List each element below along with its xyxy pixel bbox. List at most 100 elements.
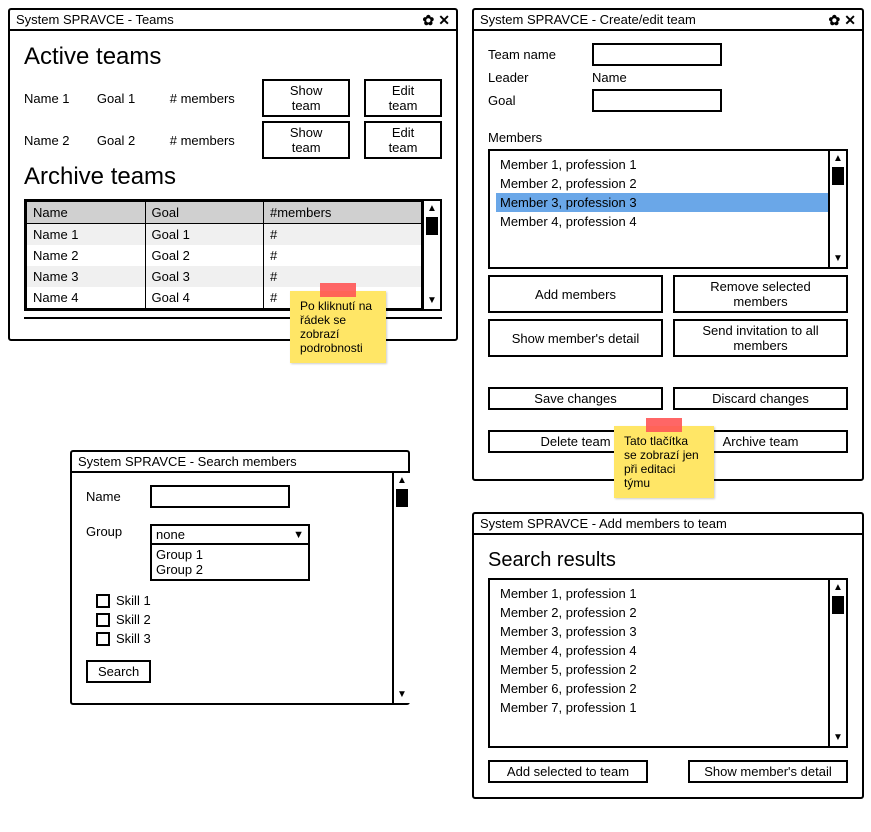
leader-value: Name: [592, 70, 627, 85]
scroll-up-icon[interactable]: ▲: [833, 151, 843, 167]
team-goal: Goal 1: [97, 91, 156, 106]
team-members: # members: [170, 91, 249, 106]
edit-team-button[interactable]: Edit team: [364, 79, 442, 117]
teams-window: System SPRAVCE - Teams ✿ ✕ Active teams …: [8, 8, 458, 341]
edit-team-button[interactable]: Edit team: [364, 121, 442, 159]
chevron-down-icon: ▼: [293, 529, 304, 541]
col-name[interactable]: Name: [27, 202, 146, 224]
scrollbar[interactable]: ▲ ▼: [392, 473, 410, 703]
list-item[interactable]: Member 3, profession 3: [496, 622, 840, 641]
group-options: Group 1 Group 2: [150, 545, 310, 581]
list-item[interactable]: Member 4, profession 4: [496, 212, 840, 231]
titlebar: System SPRAVCE - Add members to team: [474, 514, 862, 535]
list-item[interactable]: Member 6, profession 2: [496, 679, 840, 698]
leader-label: Leader: [488, 70, 578, 85]
titlebar: System SPRAVCE - Create/edit team ✿ ✕: [474, 10, 862, 31]
search-members-window: System SPRAVCE - Search members Name Gro…: [70, 450, 410, 705]
show-team-button[interactable]: Show team: [262, 121, 350, 159]
group-label: Group: [86, 524, 136, 539]
gear-icon[interactable]: ✿: [829, 13, 841, 27]
send-invitation-button[interactable]: Send invitation to all members: [673, 319, 848, 357]
group-option[interactable]: Group 1: [156, 547, 304, 562]
checkbox-icon: [96, 613, 110, 627]
skill-checkbox[interactable]: Skill 1: [96, 593, 378, 608]
scroll-up-icon[interactable]: ▲: [427, 201, 437, 217]
save-changes-button[interactable]: Save changes: [488, 387, 663, 410]
scroll-up-icon[interactable]: ▲: [397, 473, 407, 489]
group-select[interactable]: none ▼: [150, 524, 310, 545]
checkbox-icon: [96, 594, 110, 608]
add-members-button[interactable]: Add members: [488, 275, 663, 313]
active-team-row: Name 1 Goal 1 # members Show team Edit t…: [24, 79, 442, 117]
list-item[interactable]: Member 2, profession 2: [496, 603, 840, 622]
show-detail-button[interactable]: Show member's detail: [488, 319, 663, 357]
scroll-thumb[interactable]: [426, 217, 438, 235]
titlebar: System SPRAVCE - Teams ✿ ✕: [10, 10, 456, 31]
show-detail-button[interactable]: Show member's detail: [688, 760, 848, 783]
add-members-window: System SPRAVCE - Add members to team Sea…: [472, 512, 864, 799]
sticky-note: Po kliknutí na řádek se zobrazí podrobno…: [290, 291, 386, 363]
results-listbox[interactable]: Member 1, profession 1 Member 2, profess…: [488, 578, 848, 748]
group-option[interactable]: Group 2: [156, 562, 304, 577]
show-team-button[interactable]: Show team: [262, 79, 350, 117]
scroll-thumb[interactable]: [396, 489, 408, 507]
scroll-thumb[interactable]: [832, 167, 844, 185]
members-label: Members: [488, 130, 848, 145]
team-goal: Goal 2: [97, 133, 156, 148]
skill-checkbox[interactable]: Skill 3: [96, 631, 378, 646]
scroll-down-icon[interactable]: ▼: [427, 293, 437, 309]
table-row[interactable]: Name 3 Goal 3 #: [27, 266, 422, 287]
goal-input[interactable]: [592, 89, 722, 112]
scroll-up-icon[interactable]: ▲: [833, 580, 843, 596]
scroll-down-icon[interactable]: ▼: [833, 730, 843, 746]
window-title: System SPRAVCE - Create/edit team: [480, 12, 696, 27]
list-item[interactable]: Member 4, profession 4: [496, 641, 840, 660]
active-teams-heading: Active teams: [24, 43, 442, 71]
table-row[interactable]: Name 2 Goal 2 #: [27, 245, 422, 266]
window-title: System SPRAVCE - Add members to team: [480, 516, 727, 531]
team-name-label: Team name: [488, 47, 578, 62]
name-input[interactable]: [150, 485, 290, 508]
edit-team-window: System SPRAVCE - Create/edit team ✿ ✕ Te…: [472, 8, 864, 481]
sticky-note: Tato tlačítka se zobrazí jen při editaci…: [614, 426, 714, 498]
gear-icon[interactable]: ✿: [423, 13, 435, 27]
list-item[interactable]: Member 1, profession 1: [496, 155, 840, 174]
close-icon[interactable]: ✕: [844, 13, 856, 27]
table-row[interactable]: Name 1 Goal 1 #: [27, 224, 422, 246]
archive-teams-heading: Archive teams: [24, 163, 442, 191]
list-item[interactable]: Member 7, profession 1: [496, 698, 840, 717]
tape-icon: [646, 418, 682, 432]
titlebar: System SPRAVCE - Search members: [72, 452, 408, 473]
scrollbar[interactable]: ▲ ▼: [828, 580, 846, 746]
scrollbar[interactable]: ▲ ▼: [828, 151, 846, 267]
name-label: Name: [86, 489, 136, 504]
scroll-down-icon[interactable]: ▼: [833, 251, 843, 267]
active-team-row: Name 2 Goal 2 # members Show team Edit t…: [24, 121, 442, 159]
team-name-input[interactable]: [592, 43, 722, 66]
search-results-heading: Search results: [488, 549, 848, 572]
close-icon[interactable]: ✕: [438, 13, 450, 27]
goal-label: Goal: [488, 93, 578, 108]
team-name: Name 2: [24, 133, 83, 148]
window-title: System SPRAVCE - Teams: [16, 12, 174, 27]
col-goal[interactable]: Goal: [145, 202, 264, 224]
checkbox-icon: [96, 632, 110, 646]
list-item[interactable]: Member 3, profession 3: [496, 193, 840, 212]
skill-checkbox[interactable]: Skill 2: [96, 612, 378, 627]
scroll-down-icon[interactable]: ▼: [397, 687, 407, 703]
scrollbar[interactable]: ▲ ▼: [422, 201, 440, 309]
col-members[interactable]: #members: [264, 202, 422, 224]
search-button[interactable]: Search: [86, 660, 151, 683]
window-title: System SPRAVCE - Search members: [78, 454, 297, 469]
remove-members-button[interactable]: Remove selected members: [673, 275, 848, 313]
list-item[interactable]: Member 1, profession 1: [496, 584, 840, 603]
list-item[interactable]: Member 2, profession 2: [496, 174, 840, 193]
members-listbox[interactable]: Member 1, profession 1 Member 2, profess…: [488, 149, 848, 269]
scroll-thumb[interactable]: [832, 596, 844, 614]
list-item[interactable]: Member 5, profession 2: [496, 660, 840, 679]
tape-icon: [320, 283, 356, 297]
discard-changes-button[interactable]: Discard changes: [673, 387, 848, 410]
add-selected-button[interactable]: Add selected to team: [488, 760, 648, 783]
team-members: # members: [170, 133, 249, 148]
team-name: Name 1: [24, 91, 83, 106]
